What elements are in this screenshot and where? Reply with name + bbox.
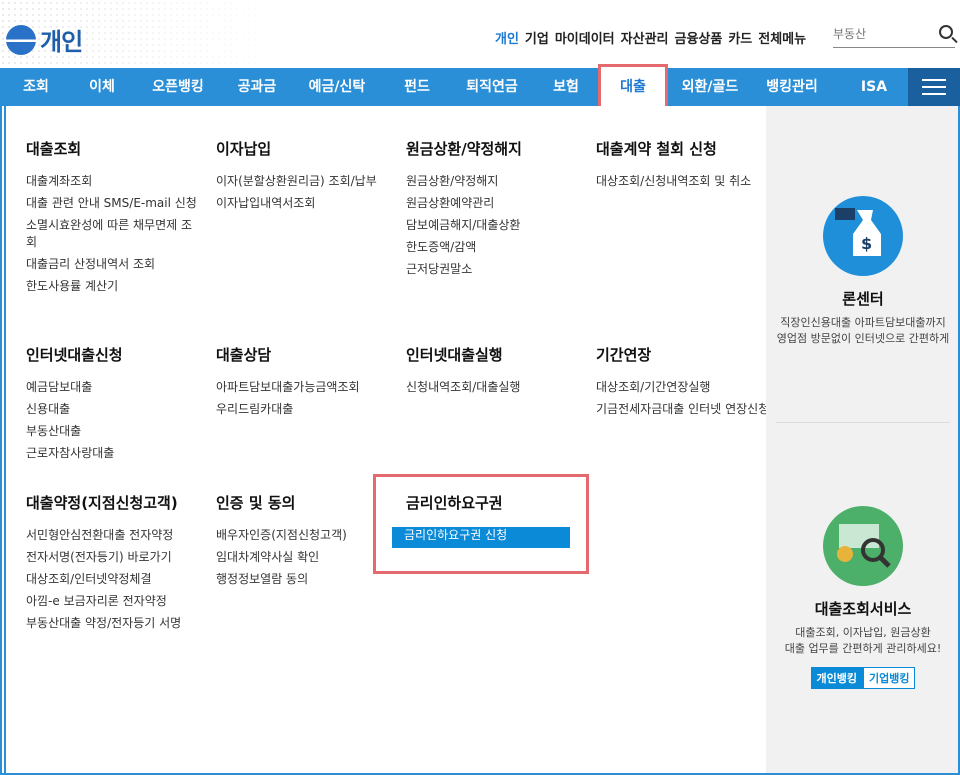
menu-link[interactable]: 대출금리 산정내역서 조회 (26, 256, 201, 273)
group-title: 이자납입 (216, 140, 272, 158)
loan-service-card: 대출조회서비스 대출조회, 이자납입, 원금상환 대출 업무를 간편하게 관리하… (766, 506, 960, 689)
right-aside: $ 론센터 직장인신용대출 아파트담보대출까지 영업점 방문없이 인터넷으로 간… (766, 106, 960, 775)
menu-link[interactable]: 부동산대출 약정/전자등기 서명 (26, 615, 206, 632)
group-agreement: 대출약정(지점신청고객) 서민형안심전환대출 전자약정 전자서명(전자등기) 바… (26, 492, 206, 637)
menu-link[interactable]: 신청내역조회/대출실행 (406, 379, 581, 396)
search-icon[interactable] (939, 25, 953, 39)
group-title: 인터넷대출실행 (406, 346, 503, 364)
menu-link[interactable]: 소멸시효완성에 따른 채무면제 조회 (26, 217, 201, 251)
group-consult: 대출상담 아파트담보대출가능금액조회 우리드림카대출 (216, 344, 391, 423)
group-title: 인터넷대출신청 (26, 346, 123, 364)
menu-link[interactable]: 이자납입내역서조회 (216, 195, 391, 212)
nav-forex[interactable]: 외환/골드 (670, 68, 750, 106)
nav-utility-bills[interactable]: 공과금 (226, 68, 288, 106)
nav-openbanking[interactable]: 오픈뱅킹 (138, 68, 218, 106)
loan-service-title: 대출조회서비스 (814, 600, 912, 618)
group-extension: 기간연장 대상조회/기간연장실행 기금전세자금대출 인터넷 연장신청 (596, 344, 771, 423)
nav-inquiry[interactable]: 조회 (6, 68, 66, 106)
menu-link[interactable]: 예금담보대출 (26, 379, 201, 396)
logo[interactable]: 개인 (6, 22, 83, 57)
menu-link[interactable]: 대상조회/기간연장실행 (596, 379, 771, 396)
menu-link[interactable]: 이자(분할상환원리금) 조회/납부 (216, 173, 391, 190)
util-personal[interactable]: 개인 (495, 28, 519, 47)
nav-banking-mgmt[interactable]: 뱅킹관리 (752, 68, 832, 106)
menu-link[interactable]: 행정정보열람 동의 (216, 571, 391, 588)
search-input[interactable] (833, 22, 929, 46)
menu-link[interactable]: 원금상환/약정해지 (406, 173, 581, 190)
main-nav: 조회 이체 오픈뱅킹 공과금 예금/신탁 펀드 퇴직연금 보험 대출 외환/골드… (0, 64, 960, 110)
group-title: 기간연장 (596, 346, 652, 364)
util-card[interactable]: 카드 (728, 28, 752, 47)
nav-loan[interactable]: 대출 (598, 64, 668, 110)
nav-isa[interactable]: ISA (844, 68, 904, 106)
menu-link[interactable]: 아낌-e 보금자리론 전자약정 (26, 593, 206, 610)
group-withdrawal: 대출계약 철회 신청 대상조회/신청내역조회 및 취소 (596, 138, 771, 195)
search-box (833, 22, 955, 48)
group-title: 원금상환/약정해지 (406, 140, 522, 158)
loan-center-title: 론센터 (842, 290, 884, 308)
util-all-menu[interactable]: 전체메뉴 (758, 28, 806, 47)
util-products[interactable]: 금융상품 (675, 28, 723, 47)
nav-pension[interactable]: 퇴직연금 (454, 68, 530, 106)
menu-link[interactable]: 근로자참사랑대출 (26, 445, 201, 462)
menu-link[interactable]: 원금상환예약관리 (406, 195, 581, 212)
menu-link[interactable]: 임대차계약사실 확인 (216, 549, 391, 566)
nav-deposit[interactable]: 예금/신탁 (296, 68, 378, 106)
group-title: 대출약정(지점신청고객) (26, 494, 178, 512)
loan-center-card[interactable]: $ 론센터 직장인신용대출 아파트담보대출까지 영업점 방문없이 인터넷으로 간… (766, 196, 960, 347)
utility-menu: 개인 기업 마이데이터 자산관리 금융상품 카드 전체메뉴 (495, 28, 806, 47)
menu-link[interactable]: 신용대출 (26, 401, 201, 418)
nav-insurance[interactable]: 보험 (536, 68, 596, 106)
group-repayment: 원금상환/약정해지 원금상환/약정해지 원금상환예약관리 담보예금해지/대출상환… (406, 138, 581, 283)
menu-link[interactable]: 담보예금해지/대출상환 (406, 217, 581, 234)
group-internet-apply: 인터넷대출신청 예금담보대출 신용대출 부동산대출 근로자참사랑대출 (26, 344, 201, 467)
group-interest: 이자납입 이자(분할상환원리금) 조회/납부 이자납입내역서조회 (216, 138, 391, 217)
loan-service-desc: 대출조회, 이자납입, 원금상환 대출 업무를 간편하게 관리하세요! (784, 626, 942, 655)
menu-link[interactable]: 우리드림카대출 (216, 401, 391, 418)
menu-link[interactable]: 대상조회/신청내역조회 및 취소 (596, 173, 771, 190)
group-title: 대출계약 철회 신청 (596, 140, 717, 158)
loan-center-desc: 직장인신용대출 아파트담보대출까지 영업점 방문없이 인터넷으로 간편하게 (776, 316, 950, 345)
highlight-box (373, 474, 589, 574)
menu-link[interactable]: 아파트담보대출가능금액조회 (216, 379, 391, 396)
menu-link[interactable]: 근저당권말소 (406, 261, 581, 278)
menu-link[interactable]: 대출계좌조회 (26, 173, 201, 190)
loan-search-icon (823, 506, 903, 586)
group-internet-exec: 인터넷대출실행 신청내역조회/대출실행 (406, 344, 581, 401)
menu-link[interactable]: 서민형안심전환대출 전자약정 (26, 527, 206, 544)
hamburger-icon[interactable] (908, 68, 960, 106)
group-title: 대출조회 (26, 140, 82, 158)
group-auth: 인증 및 동의 배우자인증(지점신청고객) 임대차계약사실 확인 행정정보열람 … (216, 492, 391, 593)
menu-link[interactable]: 한도사용률 계산기 (26, 278, 201, 295)
menu-link[interactable]: 한도증액/감액 (406, 239, 581, 256)
group-title: 인증 및 동의 (216, 494, 296, 512)
loan-submenu-panel: 대출조회 대출계좌조회 대출 관련 안내 SMS/E-mail 신청 소멸시효완… (4, 106, 769, 775)
divider (776, 422, 950, 423)
menu-link[interactable]: 전자서명(전자등기) 바로가기 (26, 549, 206, 566)
nav-fund[interactable]: 펀드 (386, 68, 448, 106)
menu-link[interactable]: 배우자인증(지점신청고객) (216, 527, 391, 544)
money-bag-icon: $ (823, 196, 903, 276)
nav-transfer[interactable]: 이체 (72, 68, 132, 106)
menu-link[interactable]: 대출 관련 안내 SMS/E-mail 신청 (26, 195, 201, 212)
group-loan-inquiry: 대출조회 대출계좌조회 대출 관련 안내 SMS/E-mail 신청 소멸시효완… (26, 138, 201, 300)
util-asset[interactable]: 자산관리 (621, 28, 669, 47)
personal-banking-button[interactable]: 개인뱅킹 (810, 667, 863, 689)
logo-text: 개인 (40, 28, 83, 56)
corporate-banking-button[interactable]: 기업뱅킹 (863, 667, 916, 689)
util-corporate[interactable]: 기업 (525, 28, 549, 47)
banking-toggle: 개인뱅킹 기업뱅킹 (766, 667, 960, 689)
group-title: 대출상담 (216, 346, 272, 364)
menu-link[interactable]: 부동산대출 (26, 423, 201, 440)
svg-text:$: $ (861, 234, 872, 253)
menu-link[interactable]: 기금전세자금대출 인터넷 연장신청 (596, 401, 771, 418)
menu-link[interactable]: 대상조회/인터넷약정체결 (26, 571, 206, 588)
util-mydata[interactable]: 마이데이터 (555, 28, 615, 47)
logo-icon (6, 24, 36, 55)
header-bar (0, 0, 960, 68)
